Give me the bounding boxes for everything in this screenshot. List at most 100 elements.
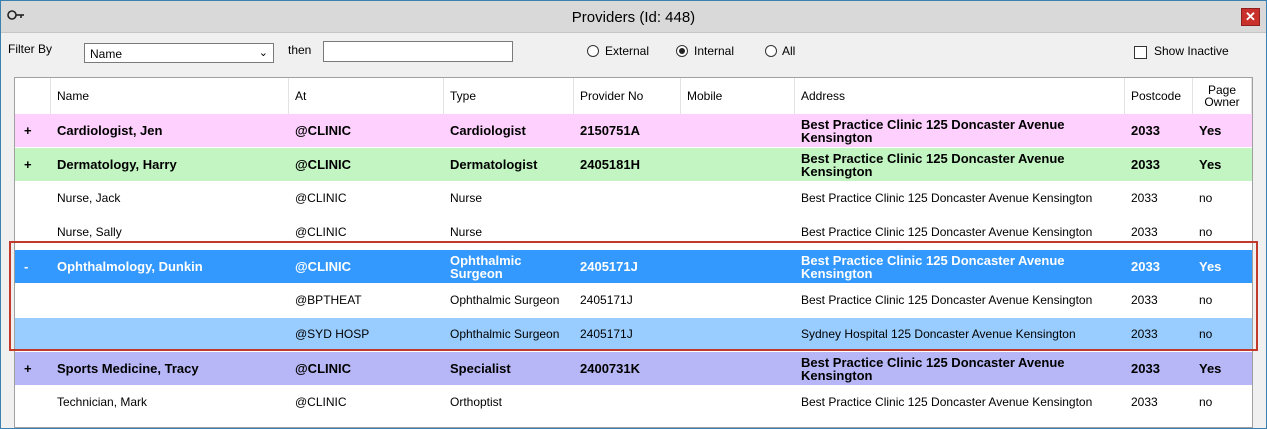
table-row[interactable]: Nurse, Sally @CLINIC Nurse Best Practice Cl… xyxy=(15,216,1252,249)
cell-provider-no xyxy=(574,182,681,215)
cell-provider-no: 2405171J xyxy=(580,293,633,307)
table-row[interactable]: @BPTHEAT Ophthalmic Surgeon 2405171J Best P… xyxy=(15,284,1252,317)
radio-all[interactable] xyxy=(765,45,777,57)
close-icon: ✕ xyxy=(1245,9,1256,24)
filter-by-label: Filter By xyxy=(8,42,53,56)
cell-postcode: 2033 xyxy=(1131,191,1158,205)
cell-expander[interactable]: + xyxy=(15,148,51,181)
cell-address: Best Practice Clinic 125 Doncaster Avenu… xyxy=(801,150,1065,179)
cell-address: Best Practice Clinic 125 Doncaster Avenu… xyxy=(801,225,1093,239)
cell-name: Cardiologist, Jen xyxy=(57,123,163,138)
cell-postcode: 2033 xyxy=(1131,361,1160,376)
cell-type: Ophthalmic Surgeon xyxy=(450,327,560,341)
window-title: Providers (Id: 448) xyxy=(571,9,696,26)
then-input[interactable] xyxy=(323,41,513,62)
filter-by-value: Name xyxy=(90,47,123,61)
cell-expander[interactable] xyxy=(15,284,51,317)
cell-provider-no xyxy=(574,216,681,249)
chevron-down-icon: ⌄ xyxy=(258,47,268,59)
cell-mobile xyxy=(681,216,795,249)
cell-at: @CLINIC xyxy=(295,157,352,172)
header-postcode[interactable]: Postcode xyxy=(1125,78,1193,114)
cell-address: Best Practice Clinic 125 Doncaster Avenu… xyxy=(801,293,1093,307)
cell-mobile xyxy=(681,352,795,385)
table-row[interactable]: Nurse, Jack @CLINIC Nurse Best Practice Cli… xyxy=(15,182,1252,215)
cell-page-owner: no xyxy=(1199,225,1213,239)
header-address[interactable]: Address xyxy=(795,78,1125,114)
providers-window: Providers (Id: 448) ✕ Filter By Name ⌄ t… xyxy=(0,0,1267,429)
cell-expander[interactable] xyxy=(15,386,51,419)
cell-mobile xyxy=(681,386,795,419)
cell-mobile xyxy=(681,148,795,181)
header-at[interactable]: At xyxy=(289,78,444,114)
table-row[interactable]: + Cardiologist, Jen @CLINIC Cardiologist 215… xyxy=(15,114,1252,147)
cell-address: Best Practice Clinic 125 Doncaster Avenu… xyxy=(801,116,1065,145)
cell-postcode: 2033 xyxy=(1131,327,1158,341)
cell-postcode: 2033 xyxy=(1131,123,1160,138)
cell-mobile xyxy=(681,250,795,283)
cell-postcode: 2033 xyxy=(1131,293,1158,307)
cell-page-owner: no xyxy=(1199,327,1213,341)
header-page-owner[interactable]: Page Owner xyxy=(1193,78,1252,114)
cell-page-owner: no xyxy=(1199,293,1213,307)
close-button[interactable]: ✕ xyxy=(1241,8,1260,26)
title-bar: Providers (Id: 448) ✕ xyxy=(1,1,1266,33)
radio-internal-label: Internal xyxy=(694,44,735,58)
cell-postcode: 2033 xyxy=(1131,157,1160,172)
table-row[interactable]: @SYD HOSP Ophthalmic Surgeon 2405171J Sydne… xyxy=(15,318,1252,351)
cell-expander[interactable]: + xyxy=(15,352,51,385)
header-provider-no[interactable]: Provider No xyxy=(574,78,681,114)
cell-mobile xyxy=(681,114,795,147)
cell-postcode: 2033 xyxy=(1131,225,1158,239)
cell-name: Dermatology, Harry xyxy=(57,157,177,172)
cell-page-owner: Yes xyxy=(1199,259,1222,274)
cell-provider-no: 2405181H xyxy=(580,157,640,172)
cell-address: Best Practice Clinic 125 Doncaster Avenu… xyxy=(801,191,1093,205)
table-row[interactable]: Technician, Mark @CLINIC Orthoptist Best Pr… xyxy=(15,386,1252,419)
radio-external[interactable] xyxy=(587,45,599,57)
radio-external-label: External xyxy=(605,44,650,58)
filter-by-select[interactable]: Name ⌄ xyxy=(84,43,274,63)
cell-at: @BPTHEAT xyxy=(295,293,362,307)
header-mobile[interactable]: Mobile xyxy=(681,78,795,114)
table-row[interactable]: + Sports Medicine, Tracy @CLINIC Specialist… xyxy=(15,352,1252,385)
cell-at: @SYD HOSP xyxy=(295,327,370,341)
cell-at: @CLINIC xyxy=(295,191,347,205)
radio-all-label: All xyxy=(782,44,796,58)
providers-table: Name At Type Provider No Mobile Address … xyxy=(14,77,1253,428)
cell-expander[interactable] xyxy=(15,182,51,215)
cell-postcode: 2033 xyxy=(1131,259,1160,274)
cell-name: Sports Medicine, Tracy xyxy=(57,361,199,376)
radio-internal[interactable] xyxy=(676,45,688,57)
show-inactive-checkbox[interactable] xyxy=(1134,46,1147,59)
header-name[interactable]: Name xyxy=(51,78,289,114)
cell-provider-no: 2405171J xyxy=(580,327,633,341)
cell-address: Best Practice Clinic 125 Doncaster Avenu… xyxy=(801,252,1065,281)
show-inactive-label: Show Inactive xyxy=(1154,44,1229,58)
cell-address: Best Practice Clinic 125 Doncaster Avenu… xyxy=(801,354,1065,383)
header-type[interactable]: Type xyxy=(444,78,574,114)
table-header: Name At Type Provider No Mobile Address … xyxy=(15,78,1252,115)
cell-at: @CLINIC xyxy=(295,259,352,274)
cell-at: @CLINIC xyxy=(295,395,347,409)
cell-expander[interactable] xyxy=(15,216,51,249)
cell-provider-no: 2150751A xyxy=(580,123,640,138)
cell-type: Orthoptist xyxy=(450,395,503,409)
cell-mobile xyxy=(681,284,795,317)
cell-type: Specialist xyxy=(450,361,511,376)
cell-expander[interactable]: - xyxy=(15,250,51,283)
cell-page-owner: no xyxy=(1199,395,1213,409)
cell-page-owner: no xyxy=(1199,191,1213,205)
header-page-owner-line2: Owner xyxy=(1204,95,1240,109)
cell-expander[interactable]: + xyxy=(15,114,51,147)
table-row[interactable]: - Ophthalmology, Dunkin @CLINIC Ophthalmic … xyxy=(15,250,1252,283)
table-row[interactable]: + Dermatology, Harry @CLINIC Dermatologist 2… xyxy=(15,148,1252,181)
cell-expander[interactable] xyxy=(15,318,51,351)
cell-address: Sydney Hospital 125 Doncaster Avenue Ken… xyxy=(801,327,1076,341)
cell-mobile xyxy=(681,182,795,215)
cell-type: Ophthalmic Surgeon xyxy=(450,252,522,281)
cell-type: Cardiologist xyxy=(450,123,526,138)
cell-address: Best Practice Clinic 125 Doncaster Avenu… xyxy=(801,395,1093,409)
cell-at: @CLINIC xyxy=(295,123,352,138)
header-expander xyxy=(15,78,51,114)
